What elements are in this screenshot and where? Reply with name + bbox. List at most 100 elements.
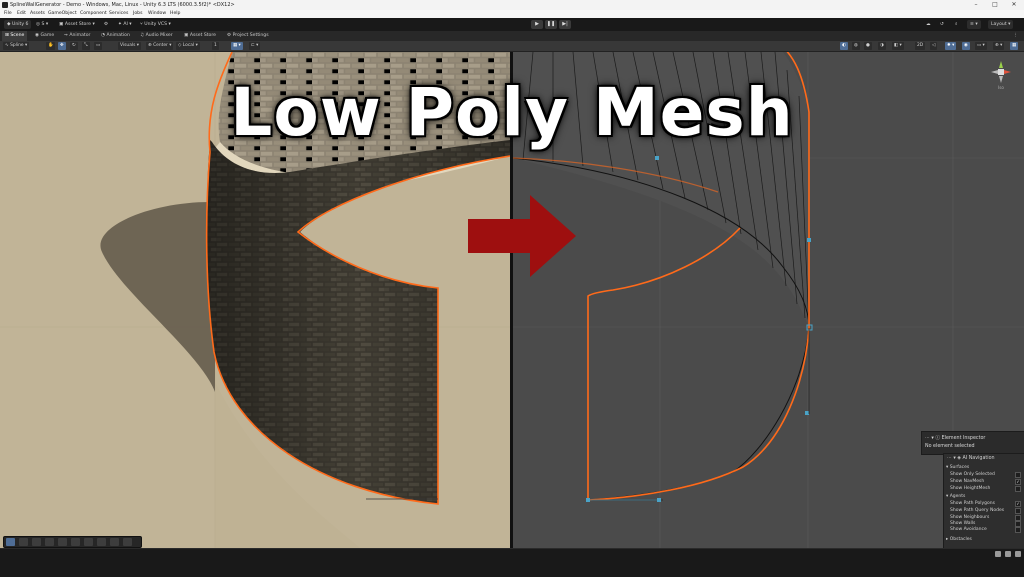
pivot-dropdown[interactable]: ⊕ Center ▾ [146,42,174,50]
tab-animation[interactable]: ◔ Animation [98,31,133,41]
tab-game[interactable]: ◉ Game [32,31,57,41]
mirror-tool[interactable] [58,538,67,546]
show-navmesh-checkbox[interactable]: ✓ [1015,479,1021,485]
gizmos-button[interactable]: ⊕ ▾ [993,42,1005,50]
reverse-tool[interactable] [110,538,119,546]
local-label: Local [182,43,195,48]
scale-tool[interactable]: ⤡ [82,42,90,50]
step-button[interactable]: ▶| [559,20,571,29]
visuals-dropdown[interactable]: Visuals ▾ [118,42,142,50]
shaded-button[interactable]: ● [864,42,872,50]
layout-dropdown[interactable]: Layout ▾ [988,20,1014,29]
space-dropdown[interactable]: ◇ Local ▾ [176,42,200,50]
gear-icon: ⚙ [104,22,109,27]
show-heightmesh-option[interactable]: Show HeightMesh [950,486,990,491]
tab-animator[interactable]: ⇝ Animator [61,31,93,41]
settings-button[interactable]: ⚙ [104,18,108,31]
panel-grip-icon-2[interactable]: ⋯ ▾ [947,456,957,461]
move-tool[interactable]: ✥ [58,42,66,50]
show-only-selected-checkbox[interactable] [1015,472,1021,478]
menu-window[interactable]: Window [148,10,166,18]
menu-assets[interactable]: Assets [30,10,45,18]
layers-dropdown[interactable]: ≡ ▾ [967,20,981,29]
surfaces-foldout[interactable]: ▾ Surfaces [946,465,969,470]
console-icon[interactable] [1005,551,1011,557]
agents-foldout[interactable]: ▾ Agents [946,494,965,499]
snap-increment[interactable]: 1 [212,42,219,50]
join-tool[interactable] [97,538,106,546]
frame-tool[interactable] [123,538,132,546]
grid-toggle[interactable]: ▦ ▾ [231,42,243,50]
menu-gameobject[interactable]: GameObject [48,10,77,18]
show-path-polygons-option[interactable]: Show Path Polygons [950,501,995,506]
hand-tool[interactable]: ✋ [46,42,56,50]
spline-draw-tool[interactable] [6,538,15,546]
wireframe-button[interactable]: ◍ [852,42,860,50]
show-path-query-nodes-checkbox[interactable] [1015,508,1021,514]
overlays-button[interactable]: ▦ [1010,42,1019,50]
layers-icon: ≡ [970,22,974,27]
minimize-button[interactable]: – [968,0,984,10]
rect-tool[interactable]: ▭ [94,42,103,50]
show-neighbours-option[interactable]: Show Neighbours [950,515,989,520]
rotate-tool[interactable]: ↻ [70,42,78,50]
tangent-tool[interactable] [45,538,54,546]
asset-store-dropdown[interactable]: ▣ Asset Store ▾ [59,18,95,31]
tab-scene[interactable]: ⊞ Scene [2,31,28,41]
snap-toggle[interactable]: ⊏ ▾ [249,42,261,50]
show-path-query-nodes-option[interactable]: Show Path Query Nodes [950,508,1004,513]
scene-toolbar: ∿ Spline ▾ ✋ ✥ ↻ ⤡ ▭ Visuals ▾ ⊕ Center … [0,41,1024,52]
pause-button[interactable]: ❚❚ [545,20,557,29]
scene-overlay-toolbar [3,536,142,548]
spline-select-tool[interactable] [19,538,28,546]
maximize-button[interactable]: □ [987,0,1003,10]
search-button[interactable]: ⌕ [955,18,958,31]
camera-icon: ▭ ▾ [977,43,985,48]
show-navmesh-option[interactable]: Show NavMesh [950,479,984,484]
tab-menu-button[interactable]: ⋮ [1010,31,1021,41]
center-label: Center [153,43,168,48]
account-dropdown[interactable]: ◎ S ▾ [36,18,48,31]
split-tool[interactable] [84,538,93,546]
draw-mode-button[interactable]: ◐ [840,42,848,50]
menu-component[interactable]: Component [80,10,107,18]
knot-tool[interactable] [32,538,41,546]
show-path-polygons-checkbox[interactable]: ✓ [1015,501,1021,507]
tab-audio-mixer[interactable]: ♫ Audio Mixer [137,31,176,41]
visibility-toggle[interactable]: ◉ [962,42,970,50]
cloud-button[interactable]: ☁ [926,18,931,31]
ai-dropdown[interactable]: ✦ AI ▾ [118,18,132,31]
menu-file[interactable]: File [4,10,12,18]
panel-grip-icon[interactable]: ⋯ ▾ [925,436,935,441]
notification-icon[interactable] [1015,551,1021,557]
effects-icon: ✸ ▾ [947,43,955,48]
show-walls-option[interactable]: Show Walls [950,521,975,526]
scene-viewport[interactable]: Iso Low Poly Mesh ⋯ ▾ ⓘ Element Inspecto… [0,52,1024,548]
history-button[interactable]: ↺ [940,18,944,31]
audio-toggle[interactable]: ◁ [930,42,938,50]
tab-asset-store[interactable]: ▣ Asset Store [181,31,219,41]
show-heightmesh-checkbox[interactable] [1015,486,1021,492]
fx-button[interactable]: ◧ ▾ [892,42,904,50]
obstacles-foldout[interactable]: ▸ Obstacles [946,537,972,542]
2d-toggle[interactable]: 2D [915,42,926,50]
unity-account-button[interactable]: ◆ Unity 6 [4,20,32,29]
lighting-button[interactable]: ◑ [878,42,886,50]
link-tool[interactable] [71,538,80,546]
tab-animator-label: Animator [69,33,91,38]
progress-icon[interactable] [995,551,1001,557]
scene-camera-button[interactable]: ▭ ▾ [975,42,987,50]
tool-mode-dropdown[interactable]: ∿ Spline ▾ [3,42,30,50]
show-avoidance-checkbox[interactable] [1015,527,1021,533]
effects-toggle[interactable]: ✸ ▾ [945,42,957,50]
menu-services[interactable]: Services [109,10,128,18]
menu-help[interactable]: Help [170,10,180,18]
menu-edit[interactable]: Edit [17,10,26,18]
play-button[interactable]: ▶ [531,20,543,29]
vcs-dropdown[interactable]: ⑂ Unity VCS ▾ [140,18,171,31]
show-avoidance-option[interactable]: Show Avoidance [950,527,987,532]
close-button[interactable]: ✕ [1006,0,1022,10]
tab-project-settings[interactable]: ⚙ Project Settings [224,31,272,41]
menu-jobs[interactable]: Jobs [133,10,142,18]
show-only-selected-option[interactable]: Show Only Selected [950,472,995,477]
